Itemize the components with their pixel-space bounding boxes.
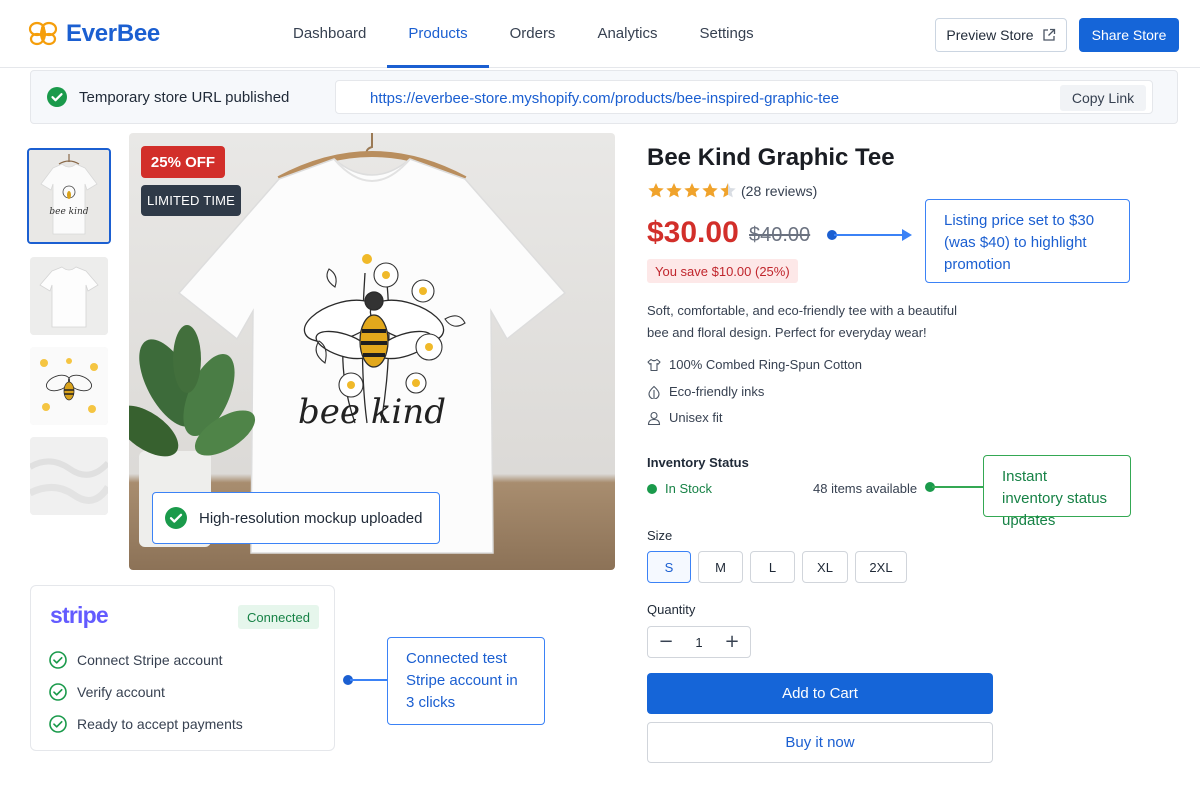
preview-store-button[interactable]: Preview Store [935,18,1067,52]
url-publish-status: Temporary store URL published [47,87,289,107]
size-option-l[interactable]: L [750,551,795,583]
check-circle-outline-icon [49,683,67,701]
feature-item: 100% Combed Ring-Spun Cotton [647,357,862,372]
limited-time-badge: LIMITED TIME [141,185,241,216]
callout-connector [350,679,388,681]
size-option-m[interactable]: M [698,551,743,583]
store-url-text[interactable]: https://everbee-store.myshopify.com/prod… [370,90,839,107]
current-price: $30.00 [647,216,739,249]
copy-link-button[interactable]: Copy Link [1060,85,1146,111]
discount-badge: 25% OFF [141,146,225,178]
product-rating[interactable]: (28 reviews) [647,182,817,200]
bee-artwork-image [30,347,108,425]
share-store-button[interactable]: Share Store [1079,18,1179,52]
feature-label: Unisex fit [669,410,723,425]
user-icon [647,411,661,425]
size-option-2xl[interactable]: 2XL [855,551,907,583]
fabric-closeup-image [30,437,108,515]
plain-tee-image [30,257,108,335]
stripe-step-label: Verify account [77,684,165,700]
status-dot-icon [647,483,657,494]
main-nav: Dashboard Products Orders Analytics Sett… [272,0,775,68]
size-selector: S M L XL 2XL [647,551,907,583]
external-link-icon [1042,28,1055,41]
feature-item: Unisex fit [647,410,722,425]
leaf-icon [648,385,660,399]
size-option-xl[interactable]: XL [802,551,848,583]
mockup-upload-status: High-resolution mockup uploaded [152,492,440,544]
feature-label: 100% Combed Ring-Spun Cotton [669,357,862,372]
check-circle-outline-icon [49,715,67,733]
quantity-decrease-button[interactable]: − [656,632,676,652]
stripe-connected-badge: Connected [238,605,319,629]
add-to-cart-button[interactable]: Add to Cart [647,673,993,714]
nav-dashboard[interactable]: Dashboard [272,0,387,68]
published-url-bar: Temporary store URL published https://ev… [30,70,1178,124]
stripe-callout: Connected test Stripe account in 3 click… [387,637,545,725]
top-navigation-bar: EverBee Dashboard Products Orders Analyt… [0,0,1200,68]
review-count[interactable]: (28 reviews) [741,183,817,199]
savings-badge: You save $10.00 (25%) [647,259,798,283]
stock-status: In Stock [647,481,712,496]
arrow-right-icon [902,229,912,241]
quantity-label: Quantity [647,602,696,617]
quantity-increase-button[interactable]: + [722,632,742,652]
star-rating-icon [648,183,736,198]
store-url-field[interactable]: https://everbee-store.myshopify.com/prod… [335,80,1153,114]
nav-analytics[interactable]: Analytics [576,0,678,68]
check-circle-icon [165,507,187,529]
thumbnail-1[interactable]: bee kind [27,148,111,244]
thumbnail-3[interactable] [30,347,108,425]
check-circle-icon [47,87,67,107]
size-option-s[interactable]: S [647,551,691,583]
thumbnail-4[interactable] [30,437,108,515]
buy-now-button[interactable]: Buy it now [647,722,993,763]
callout-connector [932,486,984,488]
stripe-step-connect: Connect Stripe account [49,651,223,669]
shirt-print-text: bee kind [298,392,446,432]
app-logo[interactable]: EverBee [28,20,160,48]
product-title: Bee Kind Graphic Tee [647,144,895,171]
stripe-step-label: Connect Stripe account [77,652,223,668]
shirt-icon [647,358,661,371]
stripe-connection-card: stripe Connected Connect Stripe account … [30,585,335,751]
product-description: Soft, comfortable, and eco-friendly tee … [647,303,958,340]
original-price: $40.00 [749,224,811,246]
price-callout: Listing price set to $30 (was $40) to hi… [925,199,1130,283]
feature-item: Eco-friendly inks [647,384,764,399]
app-name: EverBee [66,20,160,47]
thumbnail-2[interactable] [30,257,108,335]
stripe-step-verify: Verify account [49,683,165,701]
quantity-stepper: − 1 + [647,626,751,658]
items-available: 48 items available [813,481,918,496]
inventory-callout: Instant inventory status updates [983,455,1131,529]
upload-status-text: High-resolution mockup uploaded [199,509,423,527]
stripe-logo: stripe [50,602,109,628]
bee-icon [28,21,58,46]
nav-settings[interactable]: Settings [678,0,774,68]
nav-products[interactable]: Products [387,0,489,68]
feature-label: Eco-friendly inks [669,384,765,399]
thumb-shirt-text: bee kind [49,207,88,217]
tee-thumbnail-image: bee kind [29,150,109,242]
preview-store-label: Preview Store [946,27,1034,43]
stripe-step-label: Ready to accept payments [77,716,243,732]
size-label: Size [647,528,673,543]
nav-orders[interactable]: Orders [489,0,577,68]
inventory-heading: Inventory Status [647,455,749,470]
quantity-value[interactable]: 1 [695,635,702,650]
url-status-text: Temporary store URL published [79,88,290,106]
stock-status-text: In Stock [665,481,712,496]
stripe-step-ready: Ready to accept payments [49,715,243,733]
check-circle-outline-icon [49,651,67,669]
callout-connector [834,234,906,236]
